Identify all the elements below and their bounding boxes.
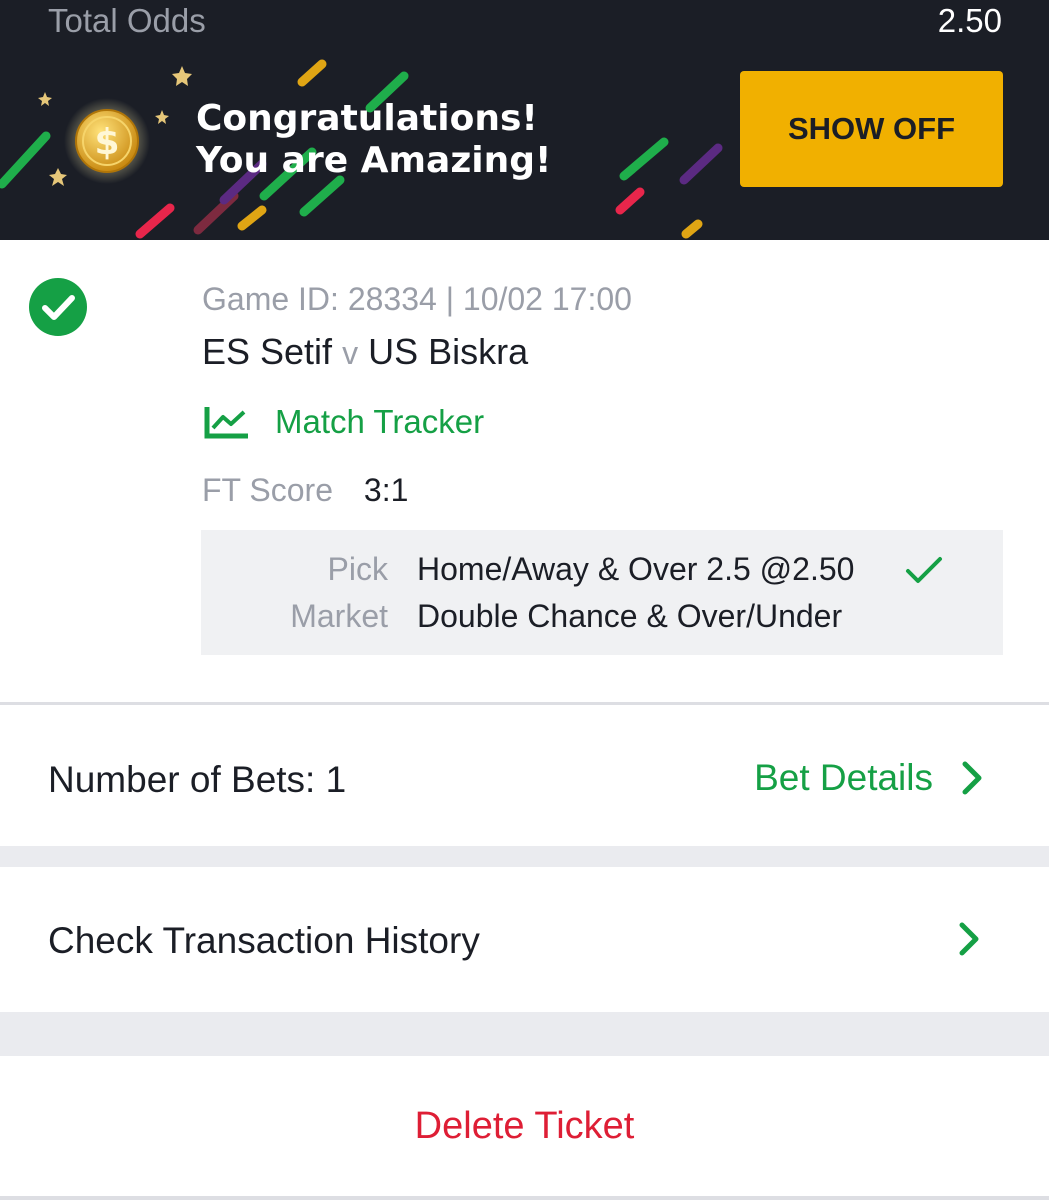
chevron-right-icon <box>962 761 982 795</box>
home-team: ES Setif <box>202 331 333 372</box>
pick-details-box: Pick Home/Away & Over 2.5 @2.50 Market D… <box>201 530 1003 655</box>
ft-score: FT Score 3:1 <box>202 472 408 509</box>
match-teams: ES Setif v US Biskra <box>202 331 528 373</box>
market-value: Double Chance & Over/Under <box>417 598 843 634</box>
market-label: Market <box>290 598 388 634</box>
bet-details-label: Bet Details <box>754 757 933 798</box>
check-circle-icon <box>29 278 87 336</box>
congrats-banner: Total Odds 2.50 $ Congratulations! You a… <box>0 0 1049 240</box>
transaction-history-label: Check Transaction History <box>48 920 480 961</box>
total-odds-label: Total Odds <box>48 2 206 39</box>
bets-row: Number of Bets: 1 Bet Details <box>0 705 1049 846</box>
svg-text:$: $ <box>94 122 119 163</box>
congrats-line-1: Congratulations! <box>196 98 538 139</box>
delete-ticket-button[interactable]: Delete Ticket <box>0 1056 1049 1196</box>
chevron-right-icon <box>959 922 979 956</box>
total-odds-row: Total Odds 2.50 <box>0 0 1049 40</box>
pick-value: Home/Away & Over 2.5 @2.50 <box>417 551 855 587</box>
show-off-button[interactable]: SHOW OFF <box>740 71 1003 187</box>
total-odds-value: 2.50 <box>937 2 1002 39</box>
away-team: US Biskra <box>368 331 529 372</box>
dollar-coin-icon: $ <box>64 98 150 184</box>
number-of-bets: Number of Bets: 1 <box>48 759 347 800</box>
game-id-text: Game ID: 28334 | 10/02 17:00 <box>202 281 632 317</box>
versus-separator: v <box>342 335 359 371</box>
section-gap <box>0 846 1049 867</box>
congrats-message: Congratulations! You are Amazing! <box>196 98 551 182</box>
congrats-line-2: You are Amazing! <box>196 140 552 181</box>
section-gap <box>0 1012 1049 1056</box>
match-tracker-link[interactable]: Match Tracker <box>204 400 484 444</box>
check-icon <box>906 557 942 583</box>
bet-details-link[interactable]: Bet Details <box>754 757 983 799</box>
ft-score-value: 3:1 <box>363 472 409 508</box>
line-chart-icon <box>204 407 248 439</box>
pick-label: Pick <box>327 551 388 587</box>
ft-score-label: FT Score <box>202 472 333 508</box>
delete-row: Delete Ticket <box>0 1056 1049 1200</box>
match-tracker-label: Match Tracker <box>275 403 485 440</box>
transaction-history-row[interactable]: Check Transaction History <box>0 867 1049 1012</box>
divider <box>0 1196 1049 1200</box>
